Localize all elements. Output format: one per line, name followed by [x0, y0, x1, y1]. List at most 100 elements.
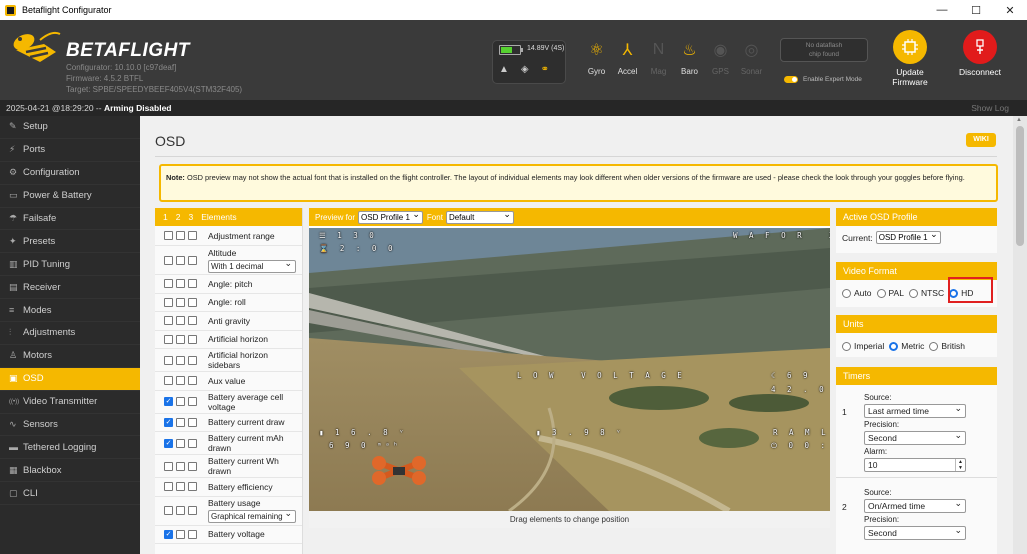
element-profile-2-checkbox[interactable] — [176, 529, 185, 539]
video_format-radio-auto[interactable] — [842, 288, 851, 298]
scrollbar-thumb[interactable] — [1016, 126, 1024, 246]
element-profile-2-checkbox[interactable] — [176, 438, 185, 448]
osd-element-flight-time[interactable]: ⏻ 0 0 : 0 0 — [771, 441, 830, 451]
osd-element-r1[interactable]: ☾ 6 9 — [771, 371, 811, 380]
osd-element-r2[interactable]: 4 2 . 0 0 ⌂ — [771, 385, 830, 394]
element-profile-1-checkbox[interactable] — [164, 334, 173, 344]
element-profile-1-checkbox[interactable] — [164, 482, 173, 492]
element-profile-1-checkbox[interactable] — [164, 316, 173, 326]
element-profile-2-checkbox[interactable] — [176, 376, 185, 386]
timer-precision-select[interactable]: Second — [864, 429, 966, 445]
element-profile-1-checkbox[interactable] — [164, 506, 173, 515]
timer-source-select[interactable]: On/Armed time — [864, 497, 966, 513]
sidebar-item-tethered-logging[interactable]: ▬ Tethered Logging — [0, 436, 140, 460]
element-profile-2-checkbox[interactable] — [176, 461, 185, 471]
element-profile-2-checkbox[interactable] — [176, 297, 185, 307]
element-profile-2-checkbox[interactable] — [176, 482, 185, 492]
element-profile-2-checkbox[interactable] — [176, 231, 185, 240]
video_format-radio-pal[interactable] — [876, 288, 886, 298]
element-profile-1-checkbox[interactable]: ✓ — [164, 417, 173, 427]
element-profile-3-checkbox[interactable] — [188, 334, 197, 344]
video_format-radio-ntsc[interactable] — [908, 288, 918, 298]
element-profile-2-checkbox[interactable] — [176, 255, 185, 265]
element-profile-3-checkbox[interactable] — [188, 376, 197, 386]
element-profile-2-checkbox[interactable] — [176, 279, 185, 289]
element-variant-select[interactable]: Graphical remaining — [208, 510, 296, 523]
element-profile-3-checkbox[interactable] — [188, 438, 197, 448]
update-firmware-button[interactable]: Update Firmware — [880, 30, 940, 90]
element-profile-1-checkbox[interactable] — [164, 255, 173, 265]
show-log-link[interactable]: Show Log — [971, 103, 1009, 113]
sidebar-item-presets[interactable]: ✦ Presets — [0, 230, 140, 254]
expert-mode-toggle[interactable]: Enable Expert Mode — [784, 76, 862, 83]
element-profile-3-checkbox[interactable] — [188, 417, 197, 427]
element-profile-2-checkbox[interactable] — [176, 397, 185, 406]
osd-preview-canvas[interactable]: ☰ 1 3 0 ⌛ 2 : 0 0 W A F O R X 5 L O W V … — [309, 228, 830, 511]
element-profile-3-checkbox[interactable] — [188, 482, 197, 492]
sidebar-item-power-battery[interactable]: ▭ Power & Battery — [0, 185, 140, 208]
units-radio-metric[interactable] — [889, 341, 899, 351]
content-scrollbar[interactable]: ▲ — [1013, 116, 1027, 554]
element-profile-2-checkbox[interactable] — [176, 316, 185, 326]
sidebar-item-video-transmitter[interactable]: ((•)) Video Transmitter — [0, 391, 140, 414]
units-radio-british[interactable] — [929, 341, 939, 351]
scroll-up-icon[interactable]: ▲ — [1016, 117, 1022, 123]
osd-element-rssi[interactable]: R A M L — [773, 428, 829, 437]
sidebar-item-adjustments[interactable]: ⫶ Adjustments — [0, 322, 140, 345]
video_format-option-ntsc[interactable]: NTSC — [908, 288, 944, 298]
element-profile-1-checkbox[interactable]: ✓ — [164, 529, 173, 539]
osd-element-timer[interactable]: ⌛ 2 : 0 0 — [319, 244, 396, 253]
osd-element-avg-cell-voltage[interactable]: ▮ 3 . 9 8 ᵛ — [536, 428, 624, 437]
element-profile-1-checkbox[interactable] — [164, 231, 173, 240]
disconnect-button[interactable]: Disconnect — [950, 30, 1010, 90]
minimize-button[interactable]: — — [925, 0, 959, 20]
sidebar-item-modes[interactable]: ≡ Modes — [0, 299, 140, 323]
wiki-button[interactable]: WIKI — [966, 133, 996, 147]
element-profile-3-checkbox[interactable] — [188, 461, 197, 471]
element-profile-1-checkbox[interactable] — [164, 355, 173, 365]
sidebar-item-failsafe[interactable]: ☂ Failsafe — [0, 208, 140, 231]
element-profile-2-checkbox[interactable] — [176, 417, 185, 427]
sidebar-item-pid-tuning[interactable]: ▥ PID Tuning — [0, 253, 140, 277]
sidebar-item-ports[interactable]: ⚡ Ports — [0, 139, 140, 162]
units-option-metric[interactable]: Metric — [889, 341, 924, 351]
element-profile-3-checkbox[interactable] — [188, 255, 197, 265]
element-profile-3-checkbox[interactable] — [188, 506, 197, 515]
element-profile-1-checkbox[interactable] — [164, 297, 173, 307]
element-profile-3-checkbox[interactable] — [188, 279, 197, 289]
sidebar-item-setup[interactable]: ✎ Setup — [0, 116, 140, 139]
units-option-british[interactable]: British — [929, 341, 965, 351]
element-profile-1-checkbox[interactable]: ✓ — [164, 438, 173, 448]
element-profile-3-checkbox[interactable] — [188, 355, 197, 365]
maximize-button[interactable]: ☐ — [959, 0, 993, 20]
timer-source-select[interactable]: Last armed time — [864, 402, 966, 418]
element-profile-3-checkbox[interactable] — [188, 529, 197, 539]
element-profile-3-checkbox[interactable] — [188, 297, 197, 307]
element-profile-2-checkbox[interactable] — [176, 506, 185, 515]
timer-alarm-spinner-icon[interactable]: ▲ ▼ — [955, 459, 965, 471]
osd-element-warnings[interactable]: L O W V O L T A G E — [517, 371, 685, 380]
osd-element-battery-voltage[interactable]: ▮ 1 6 . 8 ᵛ — [319, 428, 407, 437]
sidebar-item-motors[interactable]: ♙ Motors — [0, 345, 140, 368]
element-profile-3-checkbox[interactable] — [188, 316, 197, 326]
sidebar-item-sensors[interactable]: ∿ Sensors — [0, 414, 140, 437]
sidebar-item-receiver[interactable]: ▤ Receiver — [0, 276, 140, 300]
video_format-option-pal[interactable]: PAL — [876, 288, 904, 298]
preview-profile-select[interactable]: OSD Profile 1 — [358, 209, 423, 224]
sidebar-item-cli[interactable]: ▢ CLI — [0, 482, 140, 506]
element-profile-1-checkbox[interactable] — [164, 279, 173, 289]
timer-alarm-input[interactable]: 10 ▲ ▼ — [864, 458, 966, 472]
element-variant-select[interactable]: With 1 decimal — [208, 259, 296, 273]
element-profile-1-checkbox[interactable] — [164, 461, 173, 471]
units-option-imperial[interactable]: Imperial — [842, 341, 884, 351]
sidebar-item-osd[interactable]: ▣ OSD — [0, 367, 140, 391]
element-profile-3-checkbox[interactable] — [188, 397, 197, 406]
element-profile-1-checkbox[interactable] — [164, 376, 173, 386]
osd-element-tl1[interactable]: ☰ 1 3 0 — [319, 231, 377, 240]
element-profile-2-checkbox[interactable] — [176, 355, 185, 365]
osd-element-craft-name[interactable]: W A F O R X 5 — [733, 231, 830, 240]
element-profile-2-checkbox[interactable] — [176, 334, 185, 344]
sidebar-item-blackbox[interactable]: ▦ Blackbox — [0, 459, 140, 483]
timer-precision-select[interactable]: Second — [864, 524, 966, 540]
close-button[interactable]: ✕ — [993, 0, 1027, 20]
